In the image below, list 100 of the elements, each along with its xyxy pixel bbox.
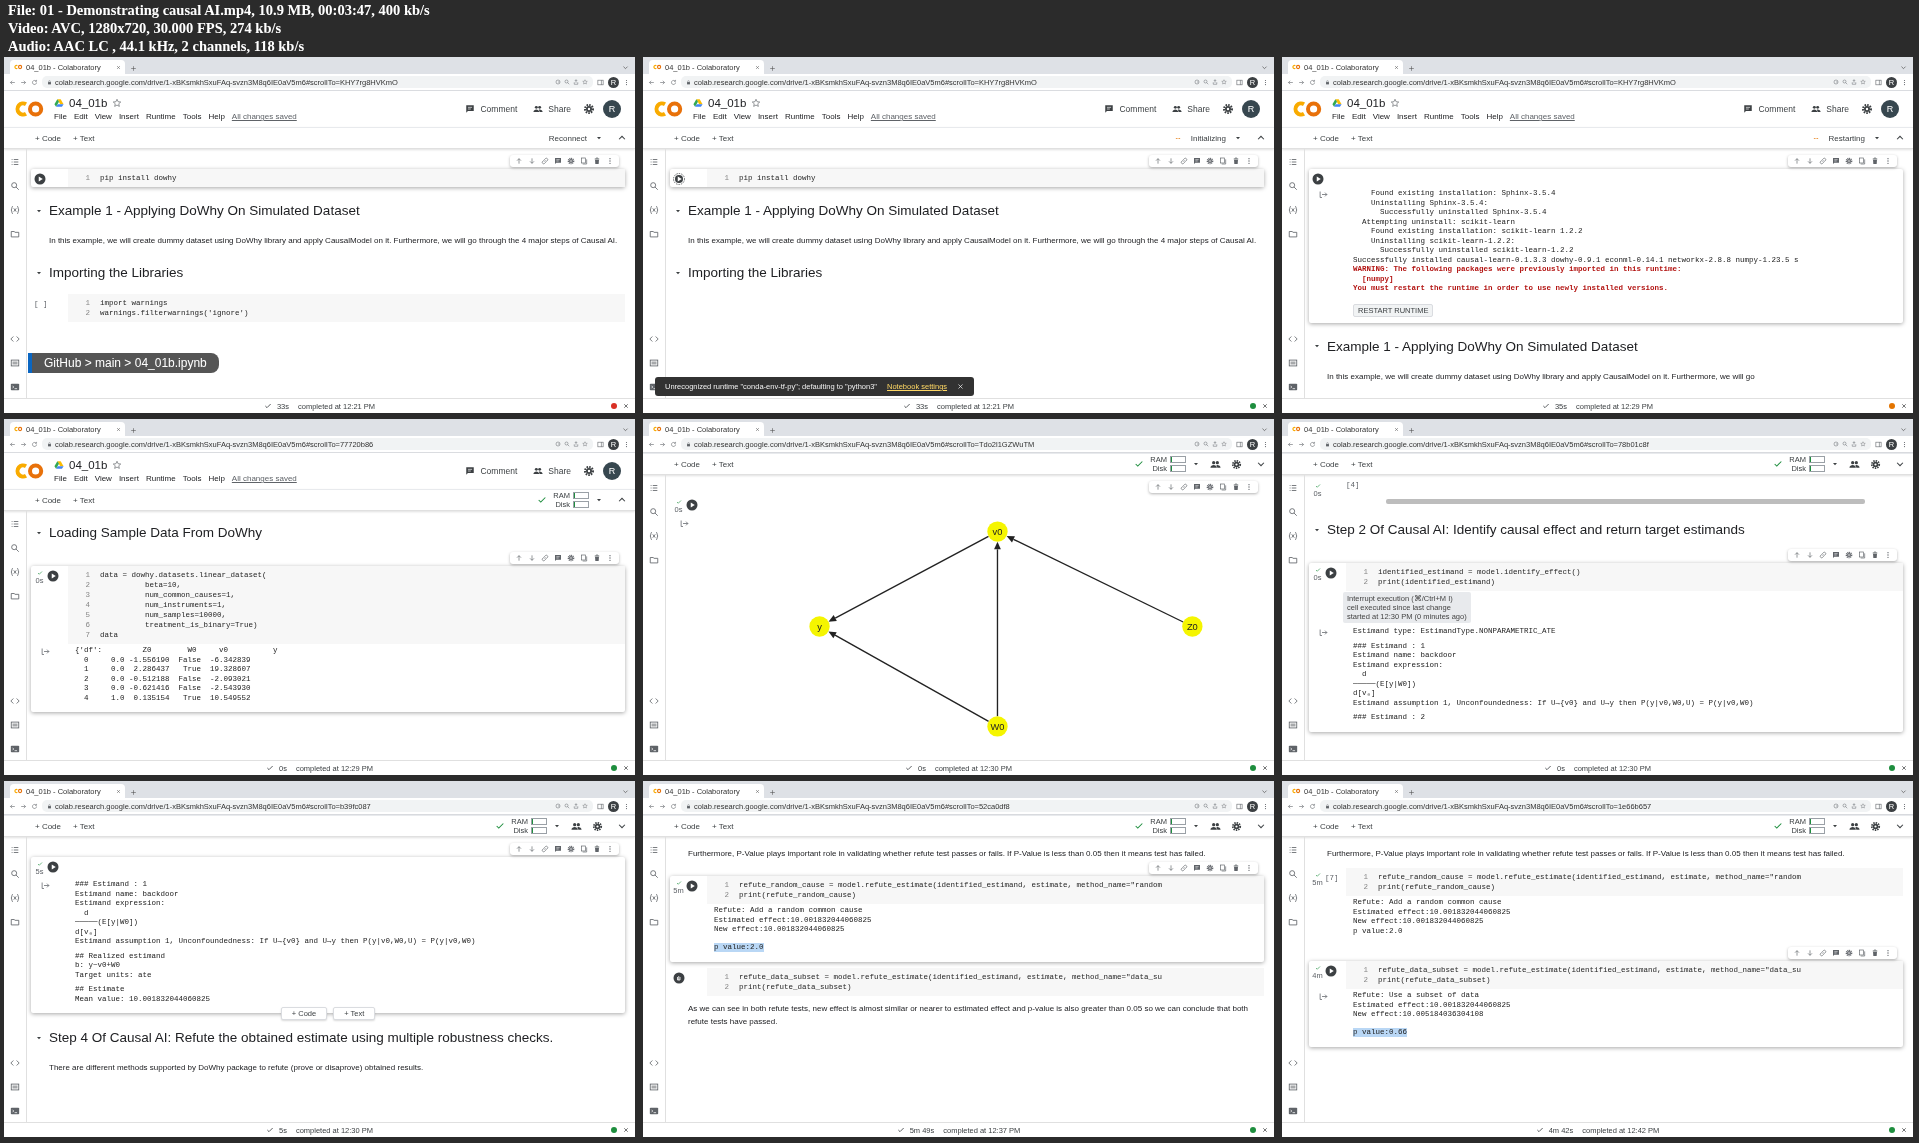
search-icon[interactable] [1842,441,1848,447]
runtime-button[interactable]: Reconnect [546,132,589,144]
side-panel-icon[interactable] [597,440,604,448]
back-icon[interactable] [9,78,16,86]
share-icon[interactable] [573,803,579,809]
colab-logo-icon[interactable] [14,99,46,119]
menu-item[interactable]: Help [208,112,225,121]
chevron-down-icon[interactable] [1900,788,1907,795]
comment-icon[interactable] [554,845,562,853]
command-palette-icon[interactable] [649,1082,659,1092]
table-of-contents-icon[interactable] [10,519,20,529]
back-icon[interactable] [9,802,16,810]
menu-item[interactable]: Tools [182,112,202,121]
menu-item[interactable]: Edit [73,112,88,121]
save-status-link[interactable]: All changes saved [231,474,297,483]
reload-icon[interactable] [31,78,38,86]
arrow-up-icon[interactable] [515,554,523,562]
more-icon[interactable] [1884,551,1892,559]
add-cell-button[interactable]: + Text [709,820,737,832]
lens-icon[interactable] [555,803,561,809]
comment-button[interactable]: Comment [461,102,522,116]
forward-icon[interactable] [659,78,666,86]
more-icon[interactable] [606,845,614,853]
output-icon[interactable] [41,647,50,656]
search-icon[interactable] [649,507,659,517]
search-icon[interactable] [10,543,20,553]
share-icon[interactable] [1851,79,1857,85]
reload-icon[interactable] [670,802,677,810]
share-button[interactable]: Share [529,464,575,478]
save-status-link[interactable]: All changes saved [870,112,936,121]
star-icon[interactable] [112,460,123,470]
more-icon[interactable] [1884,949,1892,957]
more-icon[interactable] [1884,157,1892,165]
folder-icon[interactable] [10,917,20,927]
share-icon[interactable] [1851,803,1857,809]
more-icon[interactable] [1245,483,1253,491]
settings-icon[interactable] [1861,103,1873,115]
trash-icon[interactable] [1871,157,1879,165]
chevron-down-icon[interactable] [1261,426,1268,433]
people-icon[interactable] [1849,458,1860,470]
lens-icon[interactable] [1833,79,1839,85]
link-icon[interactable] [541,554,549,562]
settings-icon[interactable] [1231,820,1242,832]
code-icon[interactable] [649,696,659,706]
back-icon[interactable] [648,802,655,810]
new-tab-icon[interactable] [129,65,137,72]
arrow-up-icon[interactable] [1154,157,1162,165]
settings-icon[interactable] [567,845,575,853]
add-cell-button[interactable]: + Code [671,458,704,470]
search-icon[interactable] [564,79,570,85]
add-cell-button[interactable]: + Text [1348,820,1376,832]
forward-icon[interactable] [659,440,666,448]
running-spinner-icon[interactable] [673,173,685,185]
code-icon[interactable] [10,1058,20,1068]
menu-item[interactable]: File [54,112,67,121]
menu-item[interactable]: Edit [712,112,727,121]
lens-icon[interactable] [1833,441,1839,447]
trash-icon[interactable] [1871,551,1879,559]
side-panel-icon[interactable] [597,78,604,86]
terminal-icon[interactable] [1288,744,1298,754]
trash-icon[interactable] [1232,483,1240,491]
comment-button[interactable]: Comment [1739,102,1800,116]
back-icon[interactable] [648,78,655,86]
chevron-down-icon[interactable] [1261,64,1268,71]
menu-item[interactable]: Runtime [145,474,176,483]
bookmark-star-icon[interactable] [1221,803,1227,809]
back-icon[interactable] [1287,78,1294,86]
run-button-icon[interactable] [1325,965,1337,977]
share-button[interactable]: Share [529,102,575,116]
side-panel-icon[interactable] [1236,78,1243,86]
people-icon[interactable] [1849,820,1860,832]
folder-icon[interactable] [649,229,659,239]
chevron-up-icon[interactable] [617,133,627,143]
menu-item[interactable]: Tools [182,474,202,483]
chevron-down-icon[interactable] [1900,426,1907,433]
user-avatar[interactable]: R [603,462,621,480]
chevron-down-icon[interactable] [622,426,629,433]
mirror-icon[interactable] [1858,551,1866,559]
bookmark-star-icon[interactable] [1221,441,1227,447]
code-icon[interactable] [649,1058,659,1068]
new-tab-icon[interactable] [1407,789,1415,796]
arrow-up-icon[interactable] [1154,864,1162,872]
settings-icon[interactable] [1206,864,1214,872]
search-icon[interactable] [10,869,20,879]
table-of-contents-icon[interactable] [649,483,659,493]
menu-item[interactable]: Tools [821,112,841,121]
mirror-icon[interactable] [580,157,588,165]
settings-icon[interactable] [1845,551,1853,559]
arrow-down-icon[interactable] [1806,551,1814,559]
runtime-button[interactable]: Restarting [1826,132,1867,144]
menu-item[interactable]: View [94,112,112,121]
table-of-contents-icon[interactable] [1288,483,1298,493]
table-of-contents-icon[interactable] [649,157,659,167]
folder-icon[interactable] [649,555,659,565]
command-palette-icon[interactable] [10,720,20,730]
pending-run-icon[interactable] [673,971,685,984]
arrow-up-icon[interactable] [1154,483,1162,491]
output-icon[interactable] [680,519,689,528]
run-button-icon[interactable] [47,570,59,582]
lens-icon[interactable] [1833,803,1839,809]
